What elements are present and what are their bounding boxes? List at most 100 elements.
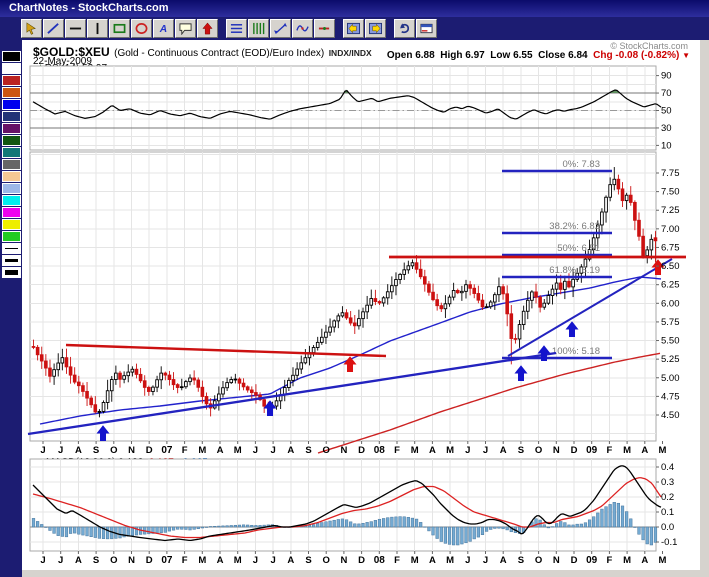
line-width-swatch-2[interactable] [1,267,21,278]
svg-text:M: M [411,445,419,456]
svg-text:A: A [429,555,436,566]
chartnotes-window: ChartNotes - StockCharts.com A © StockCh… [0,0,709,577]
shift-right-icon [368,22,383,35]
color-swatch-12[interactable] [1,195,21,206]
svg-text:08: 08 [374,445,386,456]
pointer-tool-button[interactable] [21,19,42,38]
svg-text:J: J [270,555,275,566]
color-swatch-6[interactable] [1,123,21,134]
horizontal-line-tool-button[interactable] [65,19,86,38]
svg-text:M: M [446,555,454,566]
svg-text:M: M [198,445,206,456]
horizontal-lines-icon [229,22,244,35]
svg-text:38.2%: 6.82: 38.2%: 6.82 [549,221,600,232]
rectangle-tool-button[interactable] [109,19,130,38]
svg-text:A: A [500,445,507,456]
color-swatch-9[interactable] [1,159,21,170]
color-swatch-14[interactable] [1,219,21,230]
svg-text:0.3: 0.3 [661,477,674,488]
horizontal-lines-tool-button[interactable] [226,19,247,38]
color-swatch-1[interactable] [1,63,21,74]
svg-text:N: N [128,445,135,456]
svg-text:A: A [500,555,507,566]
chart-plot[interactable]: 0%: 7.83 38.2%: 6.82 50%: 6.51 61.8%: 6.19 1… [22,40,700,570]
shift-left-icon [346,22,361,35]
svg-text:08: 08 [374,555,386,566]
svg-text:50: 50 [661,106,672,117]
text-tool-button[interactable]: A [153,19,174,38]
ellipse-tool-button[interactable] [131,19,152,38]
window-title-bar[interactable]: ChartNotes - StockCharts.com [0,0,709,17]
color-swatch-3[interactable] [1,87,21,98]
color-swatch-5[interactable] [1,111,21,122]
chart-canvas[interactable]: © StockCharts.com Open 6.88 High 6.97 Lo… [22,40,700,570]
svg-text:0%: 7.83: 0%: 7.83 [563,159,601,170]
color-swatch-8[interactable] [1,147,21,158]
svg-text:30: 30 [661,123,672,134]
svg-text:M: M [659,555,667,566]
svg-text:70: 70 [661,88,672,99]
svg-text:J: J [483,555,488,566]
shift-left-button[interactable] [343,19,364,38]
panel-settings-button[interactable] [416,19,437,38]
freehand-tool-button[interactable] [292,19,313,38]
trendline-tool-button[interactable] [43,19,64,38]
fibonacci-tool-button[interactable] [270,19,291,38]
svg-text:D: D [146,445,153,456]
color-swatch-11[interactable] [1,183,21,194]
color-swatch-10[interactable] [1,171,21,182]
svg-text:M: M [623,445,631,456]
svg-text:0.2: 0.2 [661,492,674,503]
svg-text:A: A [287,445,294,456]
undo-icon [397,22,412,35]
svg-text:61.8%: 6.19: 61.8%: 6.19 [549,265,600,276]
vertical-lines-tool-button[interactable] [248,19,269,38]
text-tool-icon: A [156,22,171,35]
color-palette [0,40,22,577]
color-swatch-0[interactable] [1,51,21,62]
svg-text:A: A [217,555,224,566]
color-swatch-15[interactable] [1,231,21,242]
bottom-margin [22,570,700,577]
svg-text:O: O [323,445,330,456]
svg-text:6.75: 6.75 [661,242,680,253]
svg-text:F: F [606,445,612,456]
svg-text:A: A [159,24,167,35]
svg-text:F: F [182,445,188,456]
vertical-lines-icon [251,22,266,35]
right-margin [700,40,709,577]
svg-text:6.00: 6.00 [661,298,680,309]
color-swatch-7[interactable] [1,135,21,146]
measure-icon [317,22,332,35]
line-width-swatch-0[interactable] [1,243,21,254]
svg-text:O: O [535,555,542,566]
undo-button[interactable] [394,19,415,38]
measure-tool-button[interactable] [314,19,335,38]
annotation-toolbar: A [0,17,709,40]
svg-text:90: 90 [661,71,672,82]
svg-text:7.50: 7.50 [661,187,680,198]
color-swatch-13[interactable] [1,207,21,218]
fibonacci-icon [273,22,288,35]
shift-right-button[interactable] [365,19,386,38]
svg-text:S: S [518,445,524,456]
freehand-icon [295,22,310,35]
callout-tool-button[interactable] [175,19,196,38]
svg-text:M: M [446,445,454,456]
trendline-icon [46,22,61,35]
vertical-line-tool-button[interactable] [87,19,108,38]
svg-text:J: J [253,445,258,456]
arrow-annotation-tool-button[interactable] [197,19,218,38]
color-swatch-4[interactable] [1,99,21,110]
svg-text:A: A [287,555,294,566]
up-arrow-icon [200,22,215,35]
svg-text:A: A [75,445,82,456]
color-swatch-2[interactable] [1,75,21,86]
svg-text:J: J [58,555,63,566]
svg-text:D: D [358,555,365,566]
svg-text:N: N [340,445,347,456]
svg-text:S: S [518,555,524,566]
svg-text:M: M [198,555,206,566]
svg-text:0.0: 0.0 [661,522,674,533]
line-width-swatch-1[interactable] [1,255,21,266]
